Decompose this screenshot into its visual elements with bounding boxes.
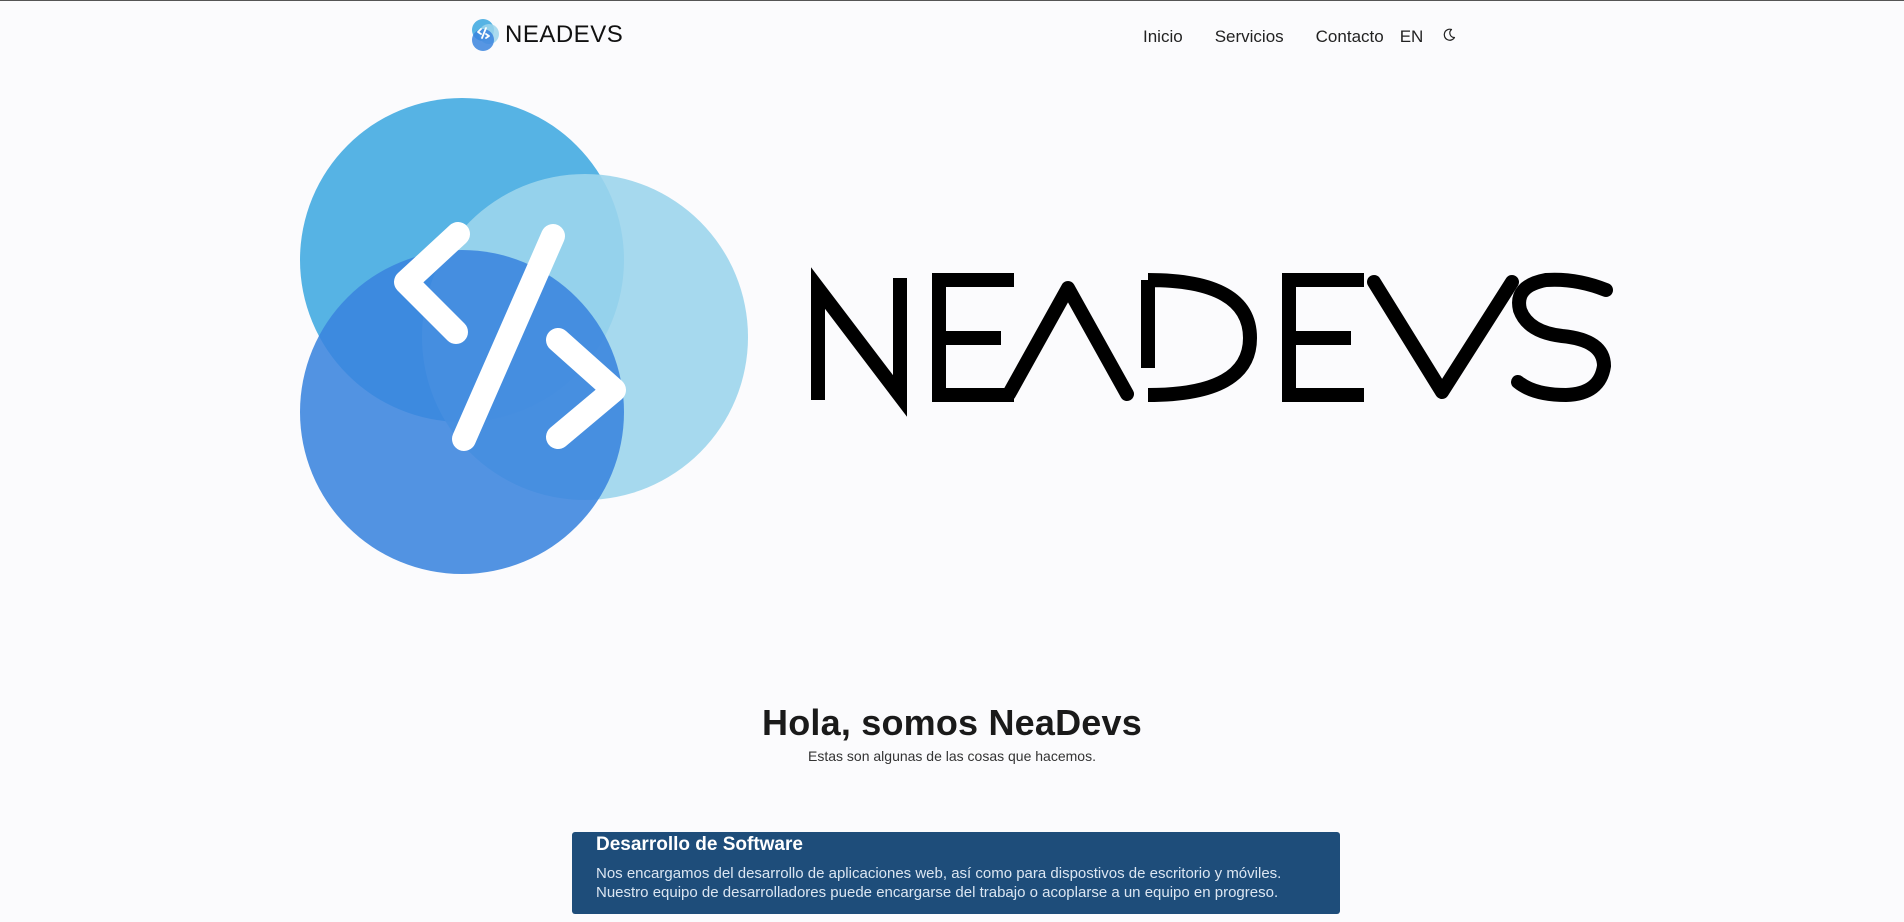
service-card-desarrollo: Desarrollo de Software Nos encargamos de… bbox=[572, 832, 1340, 914]
brand-link[interactable]: NEADEVS bbox=[470, 17, 623, 53]
moon-icon[interactable] bbox=[1441, 27, 1457, 43]
service-title: Desarrollo de Software bbox=[596, 834, 803, 855]
intro-subtitle: Estas son algunas de las cosas que hacem… bbox=[808, 748, 1096, 764]
language-toggle[interactable]: EN bbox=[1400, 27, 1424, 47]
nav-links: Inicio Servicios Contacto EN bbox=[1143, 27, 1457, 47]
hero-wordmark bbox=[811, 267, 1613, 417]
nav-servicios[interactable]: Servicios bbox=[1215, 27, 1284, 47]
nav-inicio[interactable]: Inicio bbox=[1143, 27, 1183, 47]
hero-logo bbox=[296, 92, 1616, 582]
intro-section: Hola, somos NeaDevs Estas son algunas de… bbox=[0, 702, 1904, 764]
service-description: Nos encargamos del desarrollo de aplicac… bbox=[596, 864, 1316, 902]
code-brackets-icon bbox=[300, 98, 748, 574]
service-description-line-1: Nos encargamos del desarrollo de aplicac… bbox=[596, 865, 1282, 882]
intro-title: Hola, somos NeaDevs bbox=[762, 702, 1142, 743]
service-description-line-2: Nuestro equipo de desarrolladores puede … bbox=[596, 884, 1279, 901]
nav-contacto[interactable]: Contacto bbox=[1316, 27, 1384, 47]
code-brackets-icon bbox=[470, 17, 502, 53]
navbar: NEADEVS Inicio Servicios Contacto EN bbox=[0, 1, 1904, 69]
brand-name: NEADEVS bbox=[505, 21, 624, 48]
hero-logo-graphic bbox=[300, 98, 1613, 574]
